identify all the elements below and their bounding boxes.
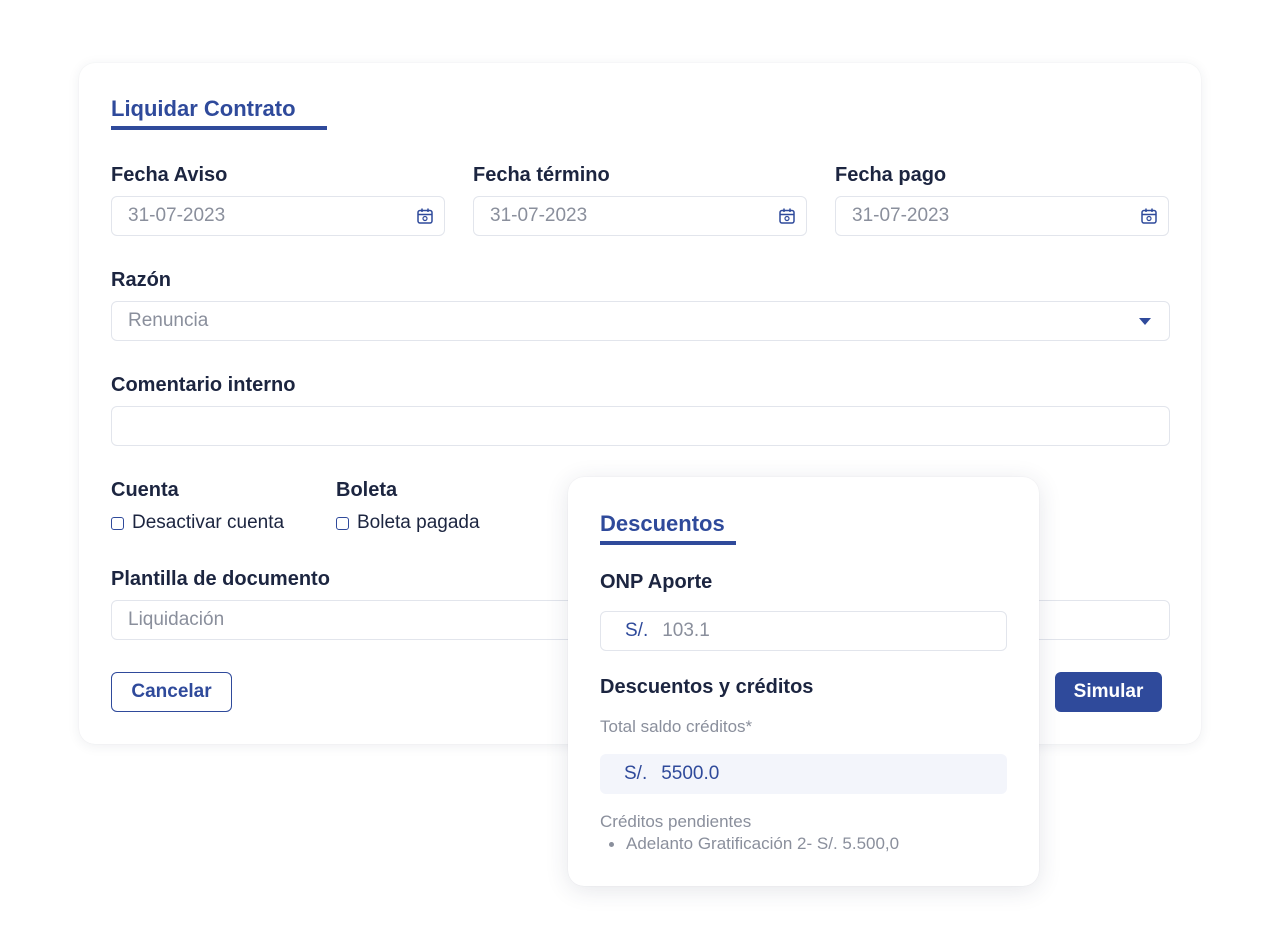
pending-credit-text: Adelanto Gratificación 2- S/. 5.500,0: [626, 834, 900, 853]
comentario-input[interactable]: [111, 406, 1170, 446]
total-saldo-field: S/. 5500.0: [600, 754, 1007, 794]
chevron-down-icon[interactable]: [1139, 317, 1151, 325]
page-title: Liquidar Contrato: [111, 96, 296, 121]
fecha-termino-value: 31-07-2023: [490, 205, 588, 226]
boleta-pagada-checkbox[interactable]: [336, 516, 349, 530]
descuentos-underline: [600, 541, 736, 545]
onp-value: 103.1: [662, 620, 710, 641]
razon-select[interactable]: Renuncia: [111, 301, 1170, 341]
fecha-termino-field[interactable]: 31-07-2023: [473, 196, 807, 236]
total-saldo-currency: S/.: [624, 763, 648, 784]
cancel-button[interactable]: Cancelar: [111, 672, 232, 712]
boleta-pagada-option[interactable]: Boleta pagada: [336, 512, 480, 534]
fecha-aviso-field[interactable]: 31-07-2023: [111, 196, 445, 236]
calendar-icon[interactable]: [416, 207, 434, 225]
desactivar-cuenta-label: Desactivar cuenta: [132, 512, 285, 533]
descuentos-creditos-label: Descuentos y créditos: [600, 676, 814, 698]
fecha-pago-value: 31-07-2023: [852, 205, 950, 226]
fecha-pago-field[interactable]: 31-07-2023: [835, 196, 1169, 236]
onp-currency: S/.: [625, 620, 649, 641]
fecha-aviso-value: 31-07-2023: [128, 205, 226, 226]
cuenta-label: Cuenta: [111, 479, 179, 501]
descuentos-title: Descuentos: [600, 511, 725, 536]
onp-input[interactable]: S/. 103.1: [600, 611, 1007, 651]
boleta-label: Boleta: [336, 479, 398, 501]
total-saldo-label: Total saldo créditos*: [600, 717, 753, 736]
desactivar-cuenta-checkbox[interactable]: [111, 516, 124, 530]
simulate-button[interactable]: Simular: [1055, 672, 1162, 712]
onp-label: ONP Aporte: [600, 571, 713, 593]
razon-value: Renuncia: [128, 310, 209, 331]
razon-label: Razón: [111, 269, 171, 291]
creditos-pendientes-label: Créditos pendientes: [600, 812, 752, 831]
calendar-icon[interactable]: [778, 207, 796, 225]
bullet-icon: [609, 841, 614, 847]
plantilla-label: Plantilla de documento: [111, 568, 330, 590]
total-saldo-value: 5500.0: [661, 763, 720, 784]
boleta-pagada-label: Boleta pagada: [357, 512, 480, 533]
calendar-icon[interactable]: [1140, 207, 1158, 225]
fecha-pago-label: Fecha pago: [835, 164, 947, 186]
list-item: Adelanto Gratificación 2- S/. 5.500,0: [609, 834, 899, 854]
fecha-aviso-label: Fecha Aviso: [111, 164, 228, 186]
fecha-termino-label: Fecha término: [473, 164, 610, 186]
comentario-label: Comentario interno: [111, 374, 296, 396]
title-underline: [111, 126, 327, 130]
desactivar-cuenta-option[interactable]: Desactivar cuenta: [111, 512, 284, 534]
